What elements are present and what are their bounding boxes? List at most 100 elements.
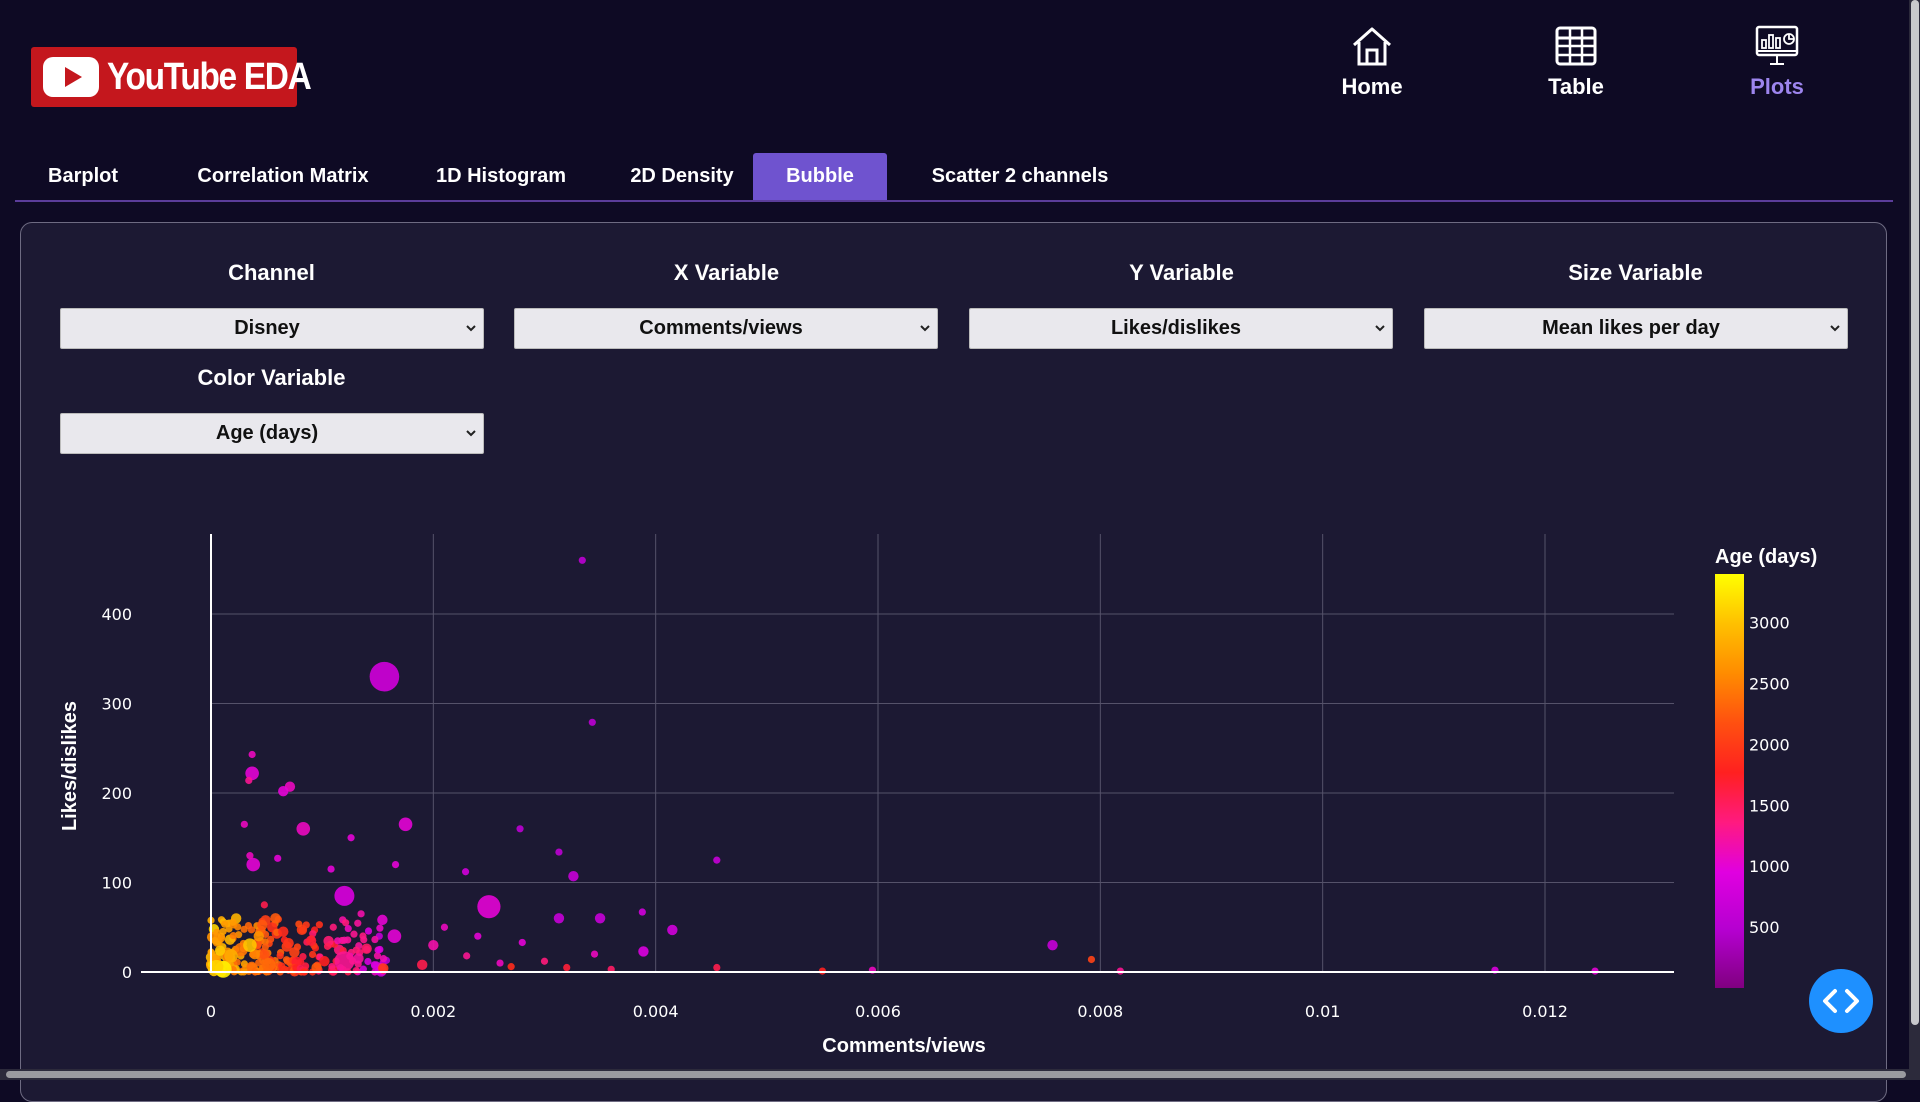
bubble-point[interactable] bbox=[417, 959, 428, 971]
y-tick-label: 300 bbox=[101, 695, 132, 714]
bubble-point[interactable] bbox=[369, 661, 400, 692]
bubble-point[interactable] bbox=[283, 937, 294, 949]
x-tick-label: 0.01 bbox=[1305, 1002, 1341, 1021]
bubble-point[interactable] bbox=[638, 946, 649, 957]
bubble-point[interactable] bbox=[229, 918, 237, 926]
bubble-point[interactable] bbox=[329, 923, 337, 931]
bubble-point[interactable] bbox=[253, 931, 265, 942]
bubble-point[interactable] bbox=[305, 935, 317, 946]
bubble-point[interactable] bbox=[474, 932, 482, 940]
bubble-point[interactable] bbox=[278, 786, 289, 797]
bubble-point[interactable] bbox=[302, 921, 310, 929]
colorbar-tick-label: 1000 bbox=[1749, 857, 1790, 876]
bubble-point[interactable] bbox=[261, 943, 269, 951]
bubble-point[interactable] bbox=[308, 950, 317, 959]
bubble-point[interactable] bbox=[379, 955, 388, 963]
bubble-point[interactable] bbox=[667, 924, 678, 936]
bubble-point[interactable] bbox=[221, 920, 229, 928]
bubble-point[interactable] bbox=[276, 952, 284, 960]
bubble-point[interactable] bbox=[428, 939, 439, 951]
bubble-point[interactable] bbox=[246, 857, 261, 872]
bubble-point[interactable] bbox=[518, 938, 526, 947]
x-tick-label: 0 bbox=[206, 1002, 216, 1021]
bubble-point[interactable] bbox=[590, 950, 599, 958]
x-tick-label: 0.004 bbox=[633, 1002, 679, 1021]
bubble-point[interactable] bbox=[240, 925, 248, 933]
bubble-point[interactable] bbox=[217, 934, 226, 943]
bubble-point[interactable] bbox=[270, 913, 281, 924]
bubble-point[interactable] bbox=[361, 943, 372, 954]
bubble-point[interactable] bbox=[354, 919, 362, 927]
bubble-point[interactable] bbox=[563, 963, 571, 972]
bubble-point[interactable] bbox=[578, 556, 586, 564]
bubble-point[interactable] bbox=[496, 959, 504, 967]
bubble-point[interactable] bbox=[278, 926, 289, 937]
bubble-point[interactable] bbox=[1047, 939, 1058, 951]
bubble-point[interactable] bbox=[260, 901, 268, 909]
vertical-scrollbar-thumb[interactable] bbox=[1911, 0, 1919, 1025]
bubble-point[interactable] bbox=[257, 919, 268, 931]
bubble-point[interactable] bbox=[540, 957, 549, 965]
bubble-point[interactable] bbox=[352, 946, 360, 954]
bubble-point[interactable] bbox=[398, 817, 413, 832]
bubble-point[interactable] bbox=[334, 885, 355, 906]
bubble-point[interactable] bbox=[315, 921, 323, 929]
bubble-point[interactable] bbox=[377, 914, 388, 926]
bubble-point[interactable] bbox=[364, 957, 372, 966]
bubble-point[interactable] bbox=[391, 861, 400, 869]
bubble-point[interactable] bbox=[507, 963, 515, 971]
bubble-point[interactable] bbox=[516, 825, 524, 833]
bubble-point[interactable] bbox=[352, 967, 360, 975]
bubble-point[interactable] bbox=[334, 937, 342, 945]
bubble-point[interactable] bbox=[440, 923, 449, 931]
bubble-point[interactable] bbox=[214, 945, 226, 956]
bubble-point[interactable] bbox=[262, 958, 276, 972]
bubble-point[interactable] bbox=[340, 936, 348, 944]
bubble-point[interactable] bbox=[248, 750, 256, 759]
bubble-point[interactable] bbox=[334, 951, 355, 972]
bubble-point[interactable] bbox=[1087, 955, 1096, 964]
bubble-point[interactable] bbox=[213, 928, 221, 936]
bubble-point[interactable] bbox=[347, 834, 355, 842]
bubble-point[interactable] bbox=[219, 927, 227, 936]
bubble-point[interactable] bbox=[594, 913, 606, 924]
bubble-point[interactable] bbox=[713, 856, 721, 864]
bubble-point[interactable] bbox=[387, 929, 402, 943]
bubble-point[interactable] bbox=[229, 932, 237, 940]
bubble-point[interactable] bbox=[295, 920, 303, 928]
bubble-point[interactable] bbox=[568, 871, 579, 882]
bubble-point[interactable] bbox=[553, 913, 565, 924]
bubble-point[interactable] bbox=[323, 942, 332, 950]
bubble-point[interactable] bbox=[243, 938, 257, 952]
bubble-point[interactable] bbox=[713, 963, 721, 972]
bubble-point[interactable] bbox=[246, 852, 254, 860]
bubble-point[interactable] bbox=[370, 961, 379, 969]
colorbar-tick-label: 3000 bbox=[1749, 614, 1790, 633]
bubble-point[interactable] bbox=[376, 945, 384, 954]
bubble-point[interactable] bbox=[296, 822, 311, 836]
bubble-point[interactable] bbox=[353, 953, 364, 964]
bubble-point[interactable] bbox=[638, 908, 646, 916]
bubble-point[interactable] bbox=[240, 820, 248, 828]
bubble-point[interactable] bbox=[344, 924, 352, 933]
bubble-point[interactable] bbox=[245, 776, 253, 785]
bubble-point[interactable] bbox=[371, 935, 379, 944]
bubble-point[interactable] bbox=[224, 949, 238, 963]
bubble-point[interactable] bbox=[289, 947, 300, 958]
bubble-point[interactable] bbox=[327, 865, 335, 873]
bubble-point[interactable] bbox=[461, 868, 470, 876]
horizontal-scrollbar-thumb[interactable] bbox=[6, 1071, 1906, 1078]
bubble-point[interactable] bbox=[463, 952, 471, 960]
bubble-chart[interactable]: 0 0.002 0.004 0.006 0.008 0.01 0.012 0 100 200 300… bbox=[0, 0, 1920, 1080]
bubble-point[interactable] bbox=[555, 848, 563, 856]
bubble-point[interactable] bbox=[350, 930, 358, 938]
bubble-point[interactable] bbox=[274, 854, 282, 862]
bubble-point[interactable] bbox=[211, 936, 219, 945]
bubble-point[interactable] bbox=[360, 936, 368, 944]
bubble-point[interactable] bbox=[376, 924, 384, 932]
bubble-point[interactable] bbox=[588, 718, 596, 726]
bubble-point[interactable] bbox=[477, 895, 501, 919]
code-toggle-button[interactable] bbox=[1809, 969, 1873, 1033]
bubble-point[interactable] bbox=[364, 927, 373, 935]
bubble-point[interactable] bbox=[357, 910, 365, 918]
